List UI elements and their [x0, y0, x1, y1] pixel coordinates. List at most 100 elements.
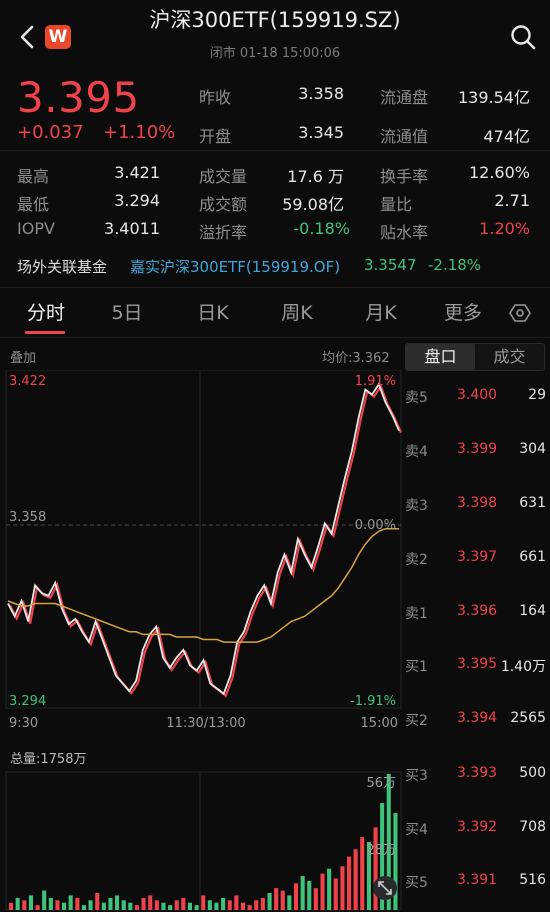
tab-daily-k[interactable]: 日K: [190, 298, 236, 325]
price-line-shadow: [9, 383, 402, 698]
stat-value-turnover: 12.60%: [468, 163, 530, 182]
active-tab-indicator: [25, 331, 65, 334]
stat-label-premium: 溢折率: [199, 223, 248, 242]
avg-price-line: [7, 527, 399, 643]
search-icon[interactable]: [508, 22, 538, 52]
volume-bar: [81, 905, 86, 910]
volume-bar: [161, 902, 166, 910]
volume-bar: [320, 873, 325, 910]
settings-icon[interactable]: [509, 302, 531, 324]
volume-bar: [9, 902, 14, 910]
stat-value-premium: -0.18%: [293, 219, 350, 238]
tab-trades[interactable]: 成交: [475, 344, 544, 370]
volume-total: 总量:1758万: [10, 752, 87, 767]
volume-bar: [174, 900, 179, 910]
orderbook-row[interactable]: 卖4 3.399 304: [403, 441, 547, 495]
volume-bar: [121, 900, 126, 910]
orderbook-volume: 29: [528, 387, 546, 403]
volume-bar: [168, 905, 173, 910]
orderbook-row[interactable]: 卖1 3.396 164: [403, 603, 547, 657]
volume-bar: [313, 888, 318, 910]
stat-label-low: 最低: [17, 195, 50, 214]
orderbook-level-label: 卖4: [405, 444, 428, 460]
x-time-mid: 11:30/13:00: [166, 716, 245, 731]
orderbook-volume: 304: [519, 441, 546, 457]
orderbook-row[interactable]: 买1 3.395 1.40万: [403, 656, 547, 710]
volume-bar: [214, 902, 219, 910]
orderbook-row[interactable]: 买5 3.391 516: [403, 872, 547, 912]
orderbook-row[interactable]: 买4 3.392 708: [403, 819, 547, 873]
volume-bar: [227, 900, 232, 910]
tab-more[interactable]: 更多: [440, 298, 486, 325]
stat-label-amount: 成交额: [199, 195, 248, 214]
y-max-price: 3.422: [9, 374, 46, 389]
orderbook-volume: 631: [519, 495, 546, 511]
volume-bar: [234, 895, 239, 910]
volume-bar: [327, 868, 332, 910]
orderbook-row[interactable]: 买3 3.393 500: [403, 765, 547, 819]
volume-bar: [88, 900, 93, 910]
orderbook-row[interactable]: 买2 3.394 2565: [403, 710, 547, 764]
stat-value-open: 3.345: [298, 123, 344, 142]
tab-5day[interactable]: 5日: [104, 298, 150, 325]
price-line: [7, 382, 400, 696]
volume-bar: [240, 902, 245, 910]
stat-label-prev-close: 昨收: [199, 88, 232, 107]
volume-bar: [260, 897, 265, 910]
volume-bar: [207, 900, 212, 910]
orderbook-price: 3.393: [457, 765, 498, 781]
volume-bar: [353, 849, 358, 910]
related-fund-link[interactable]: 嘉实沪深300ETF(159919.OF): [130, 256, 340, 277]
orderbook-volume: 2565: [510, 710, 546, 726]
expand-icon[interactable]: [373, 876, 397, 900]
stat-value-low: 3.294: [114, 191, 160, 210]
orderbook-row[interactable]: 卖5 3.400 29: [403, 387, 547, 441]
orderbook-row[interactable]: 卖2 3.397 661: [403, 549, 547, 603]
volume-bar: [247, 905, 252, 910]
volume-bar: [62, 902, 67, 910]
stat-value-prev-close: 3.358: [298, 84, 344, 103]
orderbook-volume: 1.40万: [500, 659, 546, 675]
market-status: 闭市 01-18 15:00:06: [209, 46, 341, 61]
orderbook-volume: 661: [519, 549, 546, 565]
volume-bar: [115, 895, 120, 910]
volume-bar: [55, 900, 60, 910]
volume-bar: [201, 895, 206, 910]
orderbook-row[interactable]: 卖3 3.398 631: [403, 495, 547, 549]
volume-bar: [307, 880, 312, 910]
volume-max-label: 56万: [366, 776, 396, 791]
divider: [0, 337, 550, 338]
related-fund-price: 3.3547: [364, 256, 417, 274]
stat-label-open: 开盘: [199, 127, 232, 146]
tab-weekly-k[interactable]: 周K: [274, 298, 320, 325]
stat-label-float-value: 流通值: [380, 127, 429, 146]
volume-bar: [22, 900, 27, 910]
volume-bar: [340, 866, 345, 910]
orderbook-price: 3.396: [457, 603, 498, 619]
volume-bar: [221, 897, 226, 910]
volume-bar: [154, 900, 159, 910]
related-fund-pct: -2.18%: [428, 256, 482, 274]
y-zero-pct: 0.00%: [355, 518, 396, 533]
tab-orderbook[interactable]: 盘口: [406, 344, 475, 370]
x-time-end: 15:00: [361, 716, 398, 731]
orderbook-level-label: 买5: [405, 875, 428, 891]
orderbook-price: 3.391: [457, 872, 498, 888]
orderbook-volume: 516: [519, 872, 546, 888]
tab-intraday[interactable]: 分时: [20, 298, 72, 325]
overlay-button[interactable]: 叠加: [10, 347, 36, 366]
volume-bars-group: [9, 774, 398, 910]
orderbook-volume: 164: [519, 603, 546, 619]
intraday-chart[interactable]: 3.422 1.91% 3.358 0.00% 3.294 -1.91% 9:3…: [0, 370, 402, 912]
orderbook-price: 3.399: [457, 441, 498, 457]
volume-bar: [280, 890, 285, 910]
orderbook-level-label: 卖2: [405, 552, 428, 568]
orderbook-price: 3.392: [457, 819, 498, 835]
stat-value-iopv: 3.4011: [104, 219, 160, 238]
orderbook-level-label: 买1: [405, 659, 428, 675]
volume-bar: [128, 902, 133, 910]
volume-bar: [254, 900, 259, 910]
stat-label-discount: 贴水率: [380, 223, 429, 242]
tab-monthly-k[interactable]: 月K: [358, 298, 404, 325]
volume-mid-label: 28万: [366, 843, 396, 858]
